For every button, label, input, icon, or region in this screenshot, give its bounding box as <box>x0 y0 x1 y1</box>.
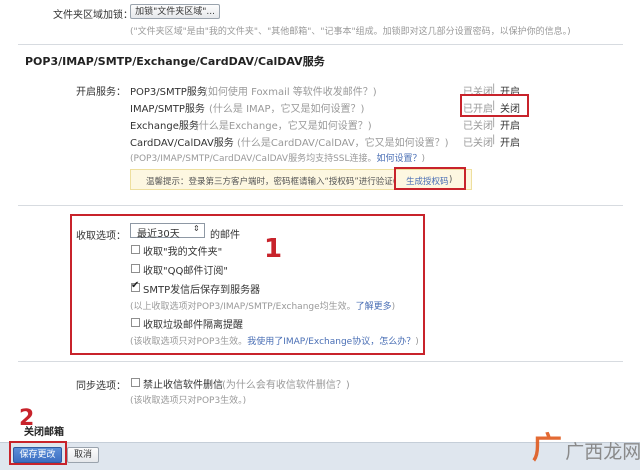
folder-encrypt-label: 文件夹区域加锁： <box>53 10 133 21</box>
section-divider <box>18 361 623 362</box>
cancel-button[interactable]: 取消 <box>67 447 99 463</box>
annotation-number-2: 2 <box>19 406 35 431</box>
service-name: POP3/SMTP服务 <box>130 87 207 98</box>
folder-encrypt-desc: ("文件夹区域"是由"我的文件夹"、"其他邮箱"、"记事本"组成。加锁即对这几部… <box>130 27 571 37</box>
service-toggle-link[interactable]: 开启 <box>500 117 520 132</box>
client-delete-help-link[interactable]: (为什么会有收信软件删信？) <box>222 376 350 391</box>
watermark-text: 广西龙网 <box>565 441 640 463</box>
tip-text: 温馨提示：登录第三方客户端时，密码框请输入“授权码”进行验证( <box>146 177 397 187</box>
annotation-box-auth-code <box>394 167 466 190</box>
service-name: Exchange服务 <box>130 121 199 132</box>
annotation-number-1: 1 <box>264 234 283 264</box>
service-help-link[interactable]: (什么是 IMAP，它又是如何设置？) <box>209 100 364 115</box>
service-status: 已关闭 <box>463 138 493 149</box>
section-divider <box>18 44 623 45</box>
disable-client-delete-checkbox[interactable] <box>131 378 140 387</box>
annotation-box-save <box>9 441 67 465</box>
service-toggle-link[interactable]: 开启 <box>500 134 520 149</box>
service-help-link[interactable]: (什么是Exchange，它又是如何设置？) <box>195 117 372 132</box>
watermark-logo-mark: 广 <box>532 431 562 466</box>
ssl-howto-link[interactable]: 如何设置？ <box>377 154 422 164</box>
sync-options-label: 同步选项： <box>76 381 126 392</box>
annotation-box-imap-status <box>460 94 529 117</box>
service-name: CardDAV/CalDAV服务 <box>130 138 234 149</box>
disable-client-delete-label: 禁止收信软件删信 <box>143 380 223 391</box>
service-status: 已关闭 <box>463 121 493 132</box>
watermark-logo: 广 广西龙网 <box>532 423 640 467</box>
sync-note: (该收取选项只对POP3生效。) <box>130 396 247 406</box>
ssl-note: (POP3/IMAP/SMTP/CardDAV/CalDAV服务均支持SSL连接… <box>130 154 426 164</box>
service-name: IMAP/SMTP服务 <box>130 104 205 115</box>
open-service-label: 开启服务： <box>76 87 126 98</box>
service-help-link[interactable]: (如何使用 Foxmail 等软件收发邮件？) <box>204 83 377 98</box>
annotation-box-receive-options <box>70 214 425 355</box>
section-divider <box>18 205 623 206</box>
folder-encrypt-button[interactable]: 加锁"文件夹区域"... <box>130 4 220 19</box>
service-help-link[interactable]: (什么是CardDAV/CalDAV，它又是如何设置？) <box>237 134 449 149</box>
protocol-section-title: POP3/IMAP/SMTP/Exchange/CardDAV/CalDAV服务 <box>25 55 325 68</box>
